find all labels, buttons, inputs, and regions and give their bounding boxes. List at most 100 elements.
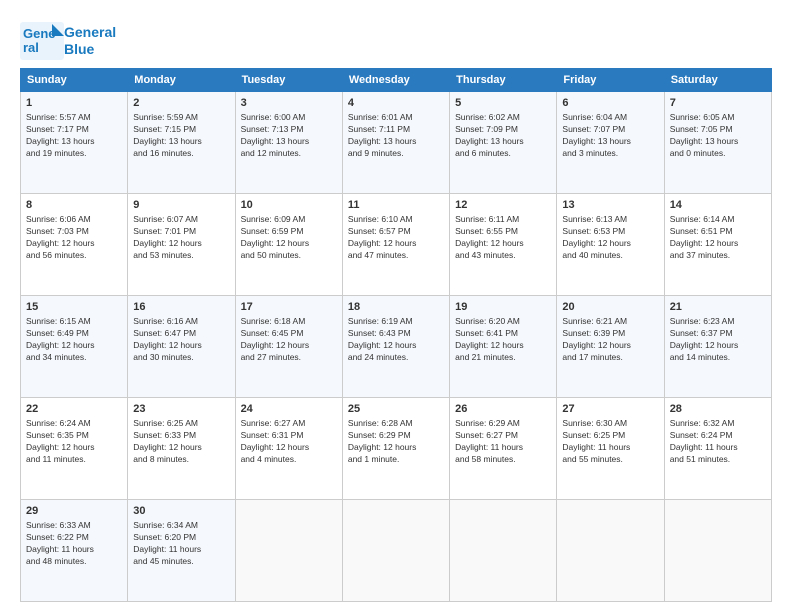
day-number: 30: [133, 504, 229, 519]
day-cell: [557, 500, 664, 602]
col-header-sunday: Sunday: [21, 69, 128, 92]
day-info: Sunrise: 6:21 AM Sunset: 6:39 PM Dayligh…: [562, 316, 658, 364]
day-number: 1: [26, 96, 122, 111]
day-number: 6: [562, 96, 658, 111]
day-info: Sunrise: 6:27 AM Sunset: 6:31 PM Dayligh…: [241, 418, 337, 466]
day-cell: 25Sunrise: 6:28 AM Sunset: 6:29 PM Dayli…: [342, 398, 449, 500]
day-number: 17: [241, 300, 337, 315]
day-number: 23: [133, 402, 229, 417]
day-number: 5: [455, 96, 551, 111]
week-row-1: 1Sunrise: 5:57 AM Sunset: 7:17 PM Daylig…: [21, 92, 772, 194]
day-info: Sunrise: 6:01 AM Sunset: 7:11 PM Dayligh…: [348, 112, 444, 160]
day-info: Sunrise: 6:11 AM Sunset: 6:55 PM Dayligh…: [455, 214, 551, 262]
day-info: Sunrise: 6:20 AM Sunset: 6:41 PM Dayligh…: [455, 316, 551, 364]
day-cell: 22Sunrise: 6:24 AM Sunset: 6:35 PM Dayli…: [21, 398, 128, 500]
col-header-wednesday: Wednesday: [342, 69, 449, 92]
day-info: Sunrise: 6:00 AM Sunset: 7:13 PM Dayligh…: [241, 112, 337, 160]
day-number: 29: [26, 504, 122, 519]
day-number: 14: [670, 198, 766, 213]
col-header-friday: Friday: [557, 69, 664, 92]
day-cell: 1Sunrise: 5:57 AM Sunset: 7:17 PM Daylig…: [21, 92, 128, 194]
day-cell: 12Sunrise: 6:11 AM Sunset: 6:55 PM Dayli…: [450, 194, 557, 296]
day-cell: 19Sunrise: 6:20 AM Sunset: 6:41 PM Dayli…: [450, 296, 557, 398]
day-cell: 21Sunrise: 6:23 AM Sunset: 6:37 PM Dayli…: [664, 296, 771, 398]
day-info: Sunrise: 6:05 AM Sunset: 7:05 PM Dayligh…: [670, 112, 766, 160]
page: GeneralGeneralBlue SundayMondayTuesdayWe…: [0, 0, 792, 612]
day-number: 4: [348, 96, 444, 111]
day-cell: 17Sunrise: 6:18 AM Sunset: 6:45 PM Dayli…: [235, 296, 342, 398]
day-number: 9: [133, 198, 229, 213]
day-cell: [664, 500, 771, 602]
day-number: 13: [562, 198, 658, 213]
day-cell: 28Sunrise: 6:32 AM Sunset: 6:24 PM Dayli…: [664, 398, 771, 500]
day-number: 21: [670, 300, 766, 315]
day-info: Sunrise: 6:16 AM Sunset: 6:47 PM Dayligh…: [133, 316, 229, 364]
day-info: Sunrise: 6:15 AM Sunset: 6:49 PM Dayligh…: [26, 316, 122, 364]
col-header-tuesday: Tuesday: [235, 69, 342, 92]
day-info: Sunrise: 6:25 AM Sunset: 6:33 PM Dayligh…: [133, 418, 229, 466]
day-info: Sunrise: 6:32 AM Sunset: 6:24 PM Dayligh…: [670, 418, 766, 466]
day-cell: [235, 500, 342, 602]
day-number: 28: [670, 402, 766, 417]
day-info: Sunrise: 6:04 AM Sunset: 7:07 PM Dayligh…: [562, 112, 658, 160]
svg-text:ral: ral: [23, 40, 39, 55]
day-cell: [342, 500, 449, 602]
day-number: 2: [133, 96, 229, 111]
day-info: Sunrise: 6:29 AM Sunset: 6:27 PM Dayligh…: [455, 418, 551, 466]
day-number: 11: [348, 198, 444, 213]
day-cell: 20Sunrise: 6:21 AM Sunset: 6:39 PM Dayli…: [557, 296, 664, 398]
day-number: 15: [26, 300, 122, 315]
col-header-saturday: Saturday: [664, 69, 771, 92]
day-info: Sunrise: 6:07 AM Sunset: 7:01 PM Dayligh…: [133, 214, 229, 262]
day-number: 12: [455, 198, 551, 213]
day-info: Sunrise: 6:02 AM Sunset: 7:09 PM Dayligh…: [455, 112, 551, 160]
day-cell: 11Sunrise: 6:10 AM Sunset: 6:57 PM Dayli…: [342, 194, 449, 296]
logo-svg: General: [20, 22, 64, 60]
day-info: Sunrise: 6:24 AM Sunset: 6:35 PM Dayligh…: [26, 418, 122, 466]
day-cell: 10Sunrise: 6:09 AM Sunset: 6:59 PM Dayli…: [235, 194, 342, 296]
day-cell: [450, 500, 557, 602]
col-header-monday: Monday: [128, 69, 235, 92]
week-row-5: 29Sunrise: 6:33 AM Sunset: 6:22 PM Dayli…: [21, 500, 772, 602]
day-number: 27: [562, 402, 658, 417]
day-info: Sunrise: 6:06 AM Sunset: 7:03 PM Dayligh…: [26, 214, 122, 262]
day-cell: 8Sunrise: 6:06 AM Sunset: 7:03 PM Daylig…: [21, 194, 128, 296]
day-cell: 4Sunrise: 6:01 AM Sunset: 7:11 PM Daylig…: [342, 92, 449, 194]
col-header-thursday: Thursday: [450, 69, 557, 92]
day-number: 22: [26, 402, 122, 417]
logo-text: GeneralBlue: [64, 24, 116, 58]
day-cell: 24Sunrise: 6:27 AM Sunset: 6:31 PM Dayli…: [235, 398, 342, 500]
day-number: 16: [133, 300, 229, 315]
day-number: 8: [26, 198, 122, 213]
week-row-3: 15Sunrise: 6:15 AM Sunset: 6:49 PM Dayli…: [21, 296, 772, 398]
day-info: Sunrise: 6:10 AM Sunset: 6:57 PM Dayligh…: [348, 214, 444, 262]
day-cell: 6Sunrise: 6:04 AM Sunset: 7:07 PM Daylig…: [557, 92, 664, 194]
day-number: 7: [670, 96, 766, 111]
day-cell: 26Sunrise: 6:29 AM Sunset: 6:27 PM Dayli…: [450, 398, 557, 500]
day-cell: 2Sunrise: 5:59 AM Sunset: 7:15 PM Daylig…: [128, 92, 235, 194]
logo: GeneralGeneralBlue: [20, 22, 116, 60]
day-cell: 27Sunrise: 6:30 AM Sunset: 6:25 PM Dayli…: [557, 398, 664, 500]
day-info: Sunrise: 5:59 AM Sunset: 7:15 PM Dayligh…: [133, 112, 229, 160]
day-cell: 30Sunrise: 6:34 AM Sunset: 6:20 PM Dayli…: [128, 500, 235, 602]
day-cell: 23Sunrise: 6:25 AM Sunset: 6:33 PM Dayli…: [128, 398, 235, 500]
day-cell: 15Sunrise: 6:15 AM Sunset: 6:49 PM Dayli…: [21, 296, 128, 398]
day-cell: 29Sunrise: 6:33 AM Sunset: 6:22 PM Dayli…: [21, 500, 128, 602]
day-number: 26: [455, 402, 551, 417]
day-number: 3: [241, 96, 337, 111]
calendar-header-row: SundayMondayTuesdayWednesdayThursdayFrid…: [21, 69, 772, 92]
day-info: Sunrise: 6:30 AM Sunset: 6:25 PM Dayligh…: [562, 418, 658, 466]
top-section: GeneralGeneralBlue: [20, 18, 772, 60]
day-cell: 14Sunrise: 6:14 AM Sunset: 6:51 PM Dayli…: [664, 194, 771, 296]
calendar-table: SundayMondayTuesdayWednesdayThursdayFrid…: [20, 68, 772, 602]
day-info: Sunrise: 6:23 AM Sunset: 6:37 PM Dayligh…: [670, 316, 766, 364]
day-info: Sunrise: 6:19 AM Sunset: 6:43 PM Dayligh…: [348, 316, 444, 364]
day-cell: 7Sunrise: 6:05 AM Sunset: 7:05 PM Daylig…: [664, 92, 771, 194]
day-number: 19: [455, 300, 551, 315]
day-info: Sunrise: 6:18 AM Sunset: 6:45 PM Dayligh…: [241, 316, 337, 364]
day-cell: 16Sunrise: 6:16 AM Sunset: 6:47 PM Dayli…: [128, 296, 235, 398]
day-info: Sunrise: 6:34 AM Sunset: 6:20 PM Dayligh…: [133, 520, 229, 568]
day-info: Sunrise: 6:09 AM Sunset: 6:59 PM Dayligh…: [241, 214, 337, 262]
day-info: Sunrise: 6:33 AM Sunset: 6:22 PM Dayligh…: [26, 520, 122, 568]
day-number: 18: [348, 300, 444, 315]
